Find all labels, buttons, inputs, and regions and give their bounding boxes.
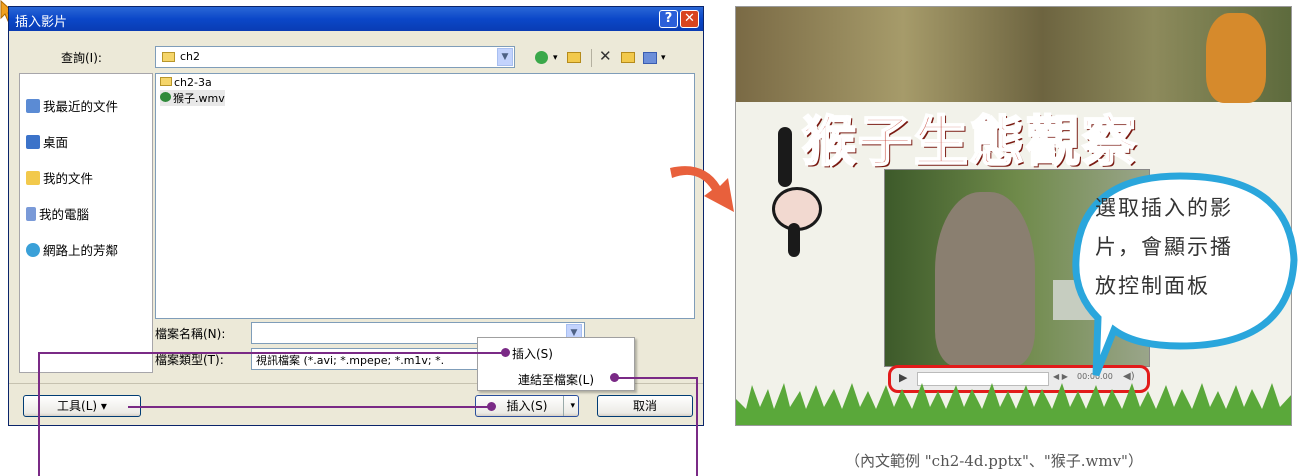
place-my-computer[interactable]: 我的電腦 xyxy=(26,204,89,223)
place-desktop[interactable]: 桌面 xyxy=(26,132,68,151)
place-label: 我的文件 xyxy=(43,171,94,186)
callout-dot xyxy=(501,348,510,357)
callout-line xyxy=(696,377,698,476)
back-icon[interactable] xyxy=(535,51,548,64)
cartoon-monkey-image xyxy=(768,127,838,257)
lookin-label: 查詢(I): xyxy=(61,51,102,65)
network-places-icon xyxy=(26,243,40,257)
bubble-line: 選取插入的影 xyxy=(1095,196,1233,220)
delete-icon[interactable]: ✕ xyxy=(599,47,612,65)
cancel-button[interactable]: 取消 xyxy=(597,395,693,417)
places-bar: 我最近的文件 桌面 我的文件 我的電腦 網路上的芳鄰 xyxy=(19,73,153,373)
tools-label: 工具(L) xyxy=(57,399,98,413)
lookin-select[interactable]: ch2 ▼ xyxy=(155,46,515,68)
callout-dot xyxy=(610,373,619,382)
back-dropdown-icon[interactable]: ▾ xyxy=(553,53,558,63)
golden-monkey-image xyxy=(1206,13,1266,103)
views-icon[interactable] xyxy=(643,52,657,64)
place-label: 我最近的文件 xyxy=(43,99,119,114)
example-caption: （內文範例 "ch2-4d.pptx"、"猴子.wmv"） xyxy=(845,452,1143,470)
split-divider xyxy=(563,396,564,416)
filename-label: 檔案名稱(N): xyxy=(155,327,226,341)
my-computer-icon xyxy=(26,207,36,221)
callout-line xyxy=(38,352,40,476)
new-folder-icon[interactable] xyxy=(621,52,635,63)
bubble-line: 片，會顯示播 xyxy=(1095,235,1233,259)
list-item[interactable]: 猴子.wmv xyxy=(160,90,225,106)
callout-line xyxy=(618,377,698,379)
monkey-leg xyxy=(788,223,800,257)
tools-button[interactable]: 工具(L) ▾ xyxy=(23,395,141,417)
file-name: 猴子.wmv xyxy=(173,92,225,105)
dialog-toolbar: ▾ ✕ ▾ xyxy=(531,47,701,67)
insert-options-menu: 插入(S) 連結至檔案(L) xyxy=(477,337,635,391)
my-documents-icon xyxy=(26,171,40,185)
place-my-documents[interactable]: 我的文件 xyxy=(26,168,93,187)
monkey-arm xyxy=(778,127,792,187)
close-button[interactable]: ✕ xyxy=(680,10,699,28)
toolbar-divider xyxy=(591,49,592,67)
help-button[interactable]: ? xyxy=(659,10,678,28)
lookin-value: ch2 xyxy=(180,50,201,63)
callout-line xyxy=(38,352,506,354)
insert-label: 插入(S) xyxy=(506,399,548,413)
file-list[interactable]: ch2-3a 猴子.wmv xyxy=(155,73,695,319)
menu-item-insert[interactable]: 插入(S) xyxy=(512,345,553,362)
insert-movie-dialog: 插入影片 ? ✕ 查詢(I): ch2 ▼ ▾ ✕ ▾ 我最近的文件 桌面 我的… xyxy=(8,6,704,426)
curved-arrow-icon xyxy=(670,166,734,212)
media-file-icon xyxy=(160,92,171,102)
folder-icon xyxy=(160,77,172,86)
speech-bubble-text: 選取插入的影 片，會顯示播 放控制面板 xyxy=(1095,192,1295,300)
place-recent-documents[interactable]: 我最近的文件 xyxy=(26,96,118,115)
list-item[interactable]: ch2-3a xyxy=(160,76,212,89)
folder-icon xyxy=(162,52,175,62)
place-label: 網路上的芳鄰 xyxy=(43,243,119,258)
callout-line xyxy=(128,406,490,408)
menu-item-link-to-file[interactable]: 連結至檔案(L) xyxy=(518,371,594,388)
filetype-value: 視訊檔案 (*.avi; *.mpepe; *.m1v; *. xyxy=(256,354,445,367)
views-dropdown-icon[interactable]: ▾ xyxy=(661,53,666,63)
macaque-image xyxy=(935,192,1035,366)
insert-dropdown-icon[interactable]: ▾ xyxy=(570,396,575,416)
callout-dot xyxy=(487,402,496,411)
place-label: 我的電腦 xyxy=(39,207,90,222)
slide-title: 猴子生態觀察 xyxy=(801,108,1138,174)
place-network[interactable]: 網路上的芳鄰 xyxy=(26,240,118,259)
desktop-icon xyxy=(26,135,40,149)
file-name: ch2-3a xyxy=(174,76,212,89)
dialog-titlebar: 插入影片 ? ✕ xyxy=(9,7,703,31)
dialog-title: 插入影片 xyxy=(15,15,68,30)
bubble-line: 放控制面板 xyxy=(1095,274,1210,298)
chevron-down-icon[interactable]: ▼ xyxy=(497,48,513,66)
recent-documents-icon xyxy=(26,99,40,113)
up-folder-icon[interactable] xyxy=(567,52,581,63)
place-label: 桌面 xyxy=(43,135,69,150)
